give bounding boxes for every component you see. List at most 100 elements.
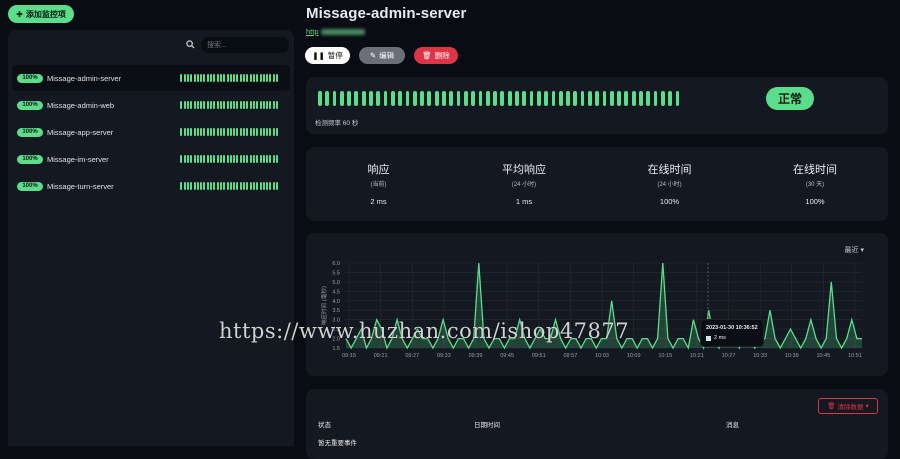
heartbeat-tick[interactable]	[602, 91, 607, 106]
heartbeat-tick	[203, 128, 206, 136]
heartbeat-tick[interactable]	[369, 91, 373, 106]
monitor-title: Missage-admin-server	[306, 5, 467, 22]
heartbeat-tick[interactable]	[631, 91, 636, 106]
heartbeat-tick[interactable]	[354, 91, 359, 106]
heartbeat-tick[interactable]	[595, 91, 600, 106]
heartbeat-tick	[216, 128, 219, 136]
edit-button[interactable]: ✎ 编辑	[359, 47, 405, 64]
heartbeat-tick[interactable]	[544, 91, 548, 106]
heartbeat-tick[interactable]	[522, 91, 527, 106]
heartbeat-tick	[219, 182, 222, 190]
stat-subtitle: (当前)	[370, 182, 387, 188]
heartbeat-tick	[239, 155, 242, 163]
heartbeat-tick[interactable]	[646, 91, 651, 106]
monitor-list-item[interactable]: 100% Missage-admin-web	[12, 92, 290, 118]
heartbeat-tick	[186, 101, 189, 109]
heartbeat-tick	[210, 74, 213, 82]
heartbeat-tick	[236, 155, 239, 163]
heartbeat-tick[interactable]	[573, 91, 578, 106]
heartbeat-tick[interactable]	[383, 91, 388, 106]
heartbeat-tick[interactable]	[566, 91, 570, 106]
heartbeat-tick	[259, 155, 262, 163]
x-tick-label: 10:33	[753, 353, 767, 359]
heartbeat-tick[interactable]	[478, 91, 483, 106]
heartbeat-tick[interactable]	[536, 91, 541, 106]
heartbeat-tick	[193, 182, 196, 190]
heartbeat-tick[interactable]	[412, 91, 417, 106]
heartbeat-tick[interactable]	[551, 91, 556, 106]
monitor-list-item[interactable]: 100% Missage-admin-server	[12, 65, 290, 91]
heartbeat-tick[interactable]	[471, 91, 476, 106]
y-tick-label: 4.0	[332, 299, 340, 305]
heartbeat-tick	[180, 128, 183, 136]
heartbeat-tick[interactable]	[485, 91, 490, 106]
heartbeat-tick[interactable]	[529, 91, 534, 106]
heartbeat-tick	[210, 182, 213, 190]
monitor-list-item[interactable]: 100% Missage-turn-server	[12, 173, 290, 199]
heartbeat-tick[interactable]	[456, 91, 461, 106]
heartbeat-tick[interactable]	[668, 91, 673, 106]
heartbeat-tick[interactable]	[463, 91, 468, 106]
heartbeat-tick[interactable]	[390, 91, 395, 106]
monitor-list-item[interactable]: 100% Missage-im-server	[12, 146, 290, 172]
heartbeat-tick	[190, 101, 193, 109]
heartbeat-tick	[206, 74, 209, 82]
heartbeat-tick[interactable]	[427, 91, 432, 106]
heartbeat-tick[interactable]	[318, 91, 322, 106]
clear-data-button[interactable]: 🗑 清除数据 ▾	[818, 398, 878, 414]
heartbeat-bar	[318, 91, 680, 106]
heartbeat-tick[interactable]	[398, 91, 403, 106]
heartbeat-tick[interactable]	[376, 91, 381, 106]
heartbeat-tick[interactable]	[339, 91, 344, 106]
events-card: 🗑 清除数据 ▾ 状态 日期时间 消息 暂无重要事件	[306, 389, 888, 459]
add-monitor-button[interactable]: ✚ 添加监控项	[8, 5, 74, 23]
uptime-badge: 100%	[17, 100, 43, 110]
heartbeat-tick	[239, 101, 242, 109]
heartbeat-tick[interactable]	[675, 91, 680, 106]
heartbeat-tick[interactable]	[442, 91, 446, 106]
heartbeat-tick[interactable]	[420, 91, 424, 106]
heartbeat-tick[interactable]	[507, 91, 512, 106]
y-tick-label: 1.5	[332, 346, 340, 352]
heartbeat-tick	[249, 128, 252, 136]
heartbeat-tick[interactable]	[653, 91, 658, 106]
heartbeat-tick[interactable]	[515, 91, 519, 106]
heartbeat-tick	[233, 128, 236, 136]
heartbeat-tick[interactable]	[660, 91, 665, 106]
pause-button[interactable]: ❚❚ 暂停	[305, 47, 350, 64]
x-tick-label: 10:03	[595, 353, 609, 359]
heartbeat-tick	[266, 128, 269, 136]
heartbeat-tick[interactable]	[558, 91, 563, 106]
search-input[interactable]	[201, 37, 289, 53]
x-tick-label: 10:45	[816, 353, 830, 359]
heartbeat-tick[interactable]	[332, 91, 337, 106]
heartbeat-tick[interactable]	[580, 91, 585, 106]
heartbeat-tick[interactable]	[361, 91, 366, 106]
delete-label: 删除	[434, 51, 450, 60]
heartbeat-tick[interactable]	[587, 91, 592, 106]
heartbeat-tick	[262, 182, 265, 190]
heartbeat-tick	[216, 155, 219, 163]
heartbeat-tick	[229, 128, 232, 136]
heartbeat-tick[interactable]	[500, 91, 505, 106]
y-tick-label: 5.0	[332, 280, 340, 286]
heartbeat-tick[interactable]	[347, 91, 351, 106]
heartbeat-tick[interactable]	[609, 91, 614, 106]
heartbeat-tick	[272, 128, 275, 136]
delete-button[interactable]: 🗑 删除	[414, 47, 458, 64]
heartbeat-tick	[262, 128, 265, 136]
heartbeat-tick	[210, 101, 213, 109]
heartbeat-tick[interactable]	[617, 91, 621, 106]
heartbeat-tick[interactable]	[405, 91, 410, 106]
heartbeat-tick	[186, 128, 189, 136]
heartbeat-tick[interactable]	[434, 91, 439, 106]
monitor-list-item[interactable]: 100% Missage-app-server	[12, 119, 290, 145]
monitor-url-link[interactable]: http	[306, 27, 365, 36]
heartbeat-tick	[259, 101, 262, 109]
heartbeat-tick	[269, 74, 272, 82]
heartbeat-tick[interactable]	[624, 91, 629, 106]
heartbeat-tick[interactable]	[449, 91, 454, 106]
heartbeat-tick[interactable]	[639, 91, 643, 106]
heartbeat-tick[interactable]	[325, 91, 330, 106]
heartbeat-tick[interactable]	[493, 91, 497, 106]
